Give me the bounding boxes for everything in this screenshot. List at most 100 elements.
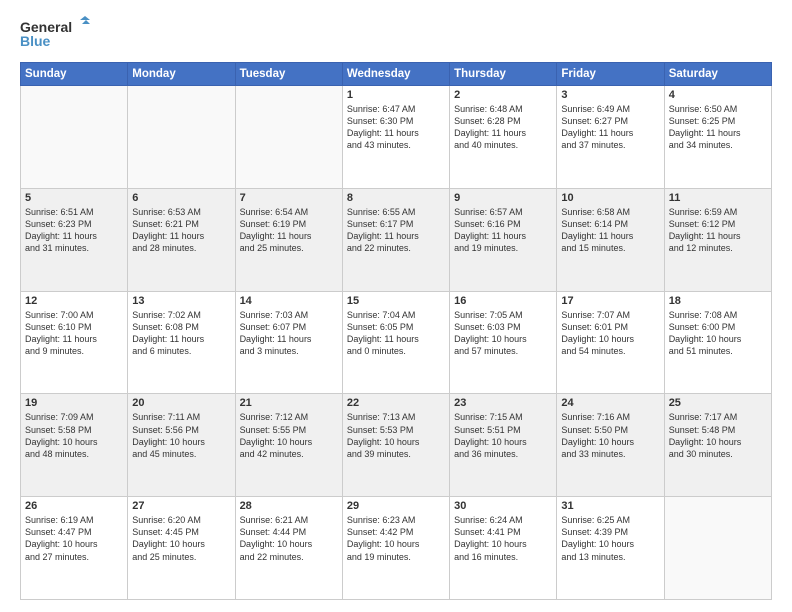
day-number: 18	[669, 295, 767, 307]
day-number: 28	[240, 500, 338, 512]
day-number: 20	[132, 397, 230, 409]
calendar-cell: 25 Sunrise: 7:17 AM Sunset: 5:48 PM Dayli…	[664, 394, 771, 497]
day-number: 14	[240, 295, 338, 307]
col-header-thursday: Thursday	[450, 63, 557, 86]
day-number: 19	[25, 397, 123, 409]
day-number: 25	[669, 397, 767, 409]
day-info: Sunrise: 6:55 AM Sunset: 6:17 PM Dayligh…	[347, 206, 445, 255]
day-info: Sunrise: 6:53 AM Sunset: 6:21 PM Dayligh…	[132, 206, 230, 255]
calendar-cell: 31 Sunrise: 6:25 AM Sunset: 4:39 PM Dayli…	[557, 497, 664, 600]
calendar-week-row: 5 Sunrise: 6:51 AM Sunset: 6:23 PM Daylig…	[21, 188, 772, 291]
logo-svg: General Blue	[20, 16, 90, 54]
day-info: Sunrise: 6:19 AM Sunset: 4:47 PM Dayligh…	[25, 514, 123, 563]
calendar-cell: 17Sunrise: 7:07 AM Sunset: 6:01 PM Dayli…	[557, 291, 664, 394]
col-header-sunday: Sunday	[21, 63, 128, 86]
day-info: Sunrise: 6:25 AM Sunset: 4:39 PM Dayligh…	[561, 514, 659, 563]
day-info: Sunrise: 6:50 AM Sunset: 6:25 PM Dayligh…	[669, 103, 767, 152]
day-info: Sunrise: 6:57 AM Sunset: 6:16 PM Dayligh…	[454, 206, 552, 255]
day-number: 8	[347, 192, 445, 204]
day-info: Sunrise: 6:20 AM Sunset: 4:45 PM Dayligh…	[132, 514, 230, 563]
calendar-header-row: SundayMondayTuesdayWednesdayThursdayFrid…	[21, 63, 772, 86]
day-number: 31	[561, 500, 659, 512]
calendar-cell: 20 Sunrise: 7:11 AM Sunset: 5:56 PM Dayli…	[128, 394, 235, 497]
day-number: 30	[454, 500, 552, 512]
calendar-cell: 18 Sunrise: 7:08 AM Sunset: 6:00 PM Dayli…	[664, 291, 771, 394]
calendar-cell: 10 Sunrise: 6:58 AM Sunset: 6:14 PM Dayli…	[557, 188, 664, 291]
day-info: Sunrise: 6:23 AM Sunset: 4:42 PM Dayligh…	[347, 514, 445, 563]
day-info: Sunrise: 7:11 AM Sunset: 5:56 PM Dayligh…	[132, 411, 230, 460]
calendar-cell: 29 Sunrise: 6:23 AM Sunset: 4:42 PM Dayli…	[342, 497, 449, 600]
calendar-cell: 15 Sunrise: 7:04 AM Sunset: 6:05 PM Dayli…	[342, 291, 449, 394]
calendar-table: SundayMondayTuesdayWednesdayThursdayFrid…	[20, 62, 772, 600]
calendar-cell	[128, 86, 235, 189]
day-info: Sunrise: 7:03 AM Sunset: 6:07 PM Dayligh…	[240, 309, 338, 358]
calendar-cell: 8 Sunrise: 6:55 AM Sunset: 6:17 PM Daylig…	[342, 188, 449, 291]
day-info: Sunrise: 6:58 AM Sunset: 6:14 PM Dayligh…	[561, 206, 659, 255]
calendar-cell: 4 Sunrise: 6:50 AM Sunset: 6:25 PM Daylig…	[664, 86, 771, 189]
calendar-cell	[664, 497, 771, 600]
day-number: 24	[561, 397, 659, 409]
calendar-cell: 5 Sunrise: 6:51 AM Sunset: 6:23 PM Daylig…	[21, 188, 128, 291]
calendar-cell: 1Sunrise: 6:47 AM Sunset: 6:30 PM Daylig…	[342, 86, 449, 189]
calendar-cell: 16 Sunrise: 7:05 AM Sunset: 6:03 PM Dayli…	[450, 291, 557, 394]
page: General Blue SundayMondayTuesdayWednesda…	[0, 0, 792, 612]
day-info: Sunrise: 6:51 AM Sunset: 6:23 PM Dayligh…	[25, 206, 123, 255]
day-info: Sunrise: 7:05 AM Sunset: 6:03 PM Dayligh…	[454, 309, 552, 358]
day-number: 13	[132, 295, 230, 307]
calendar-cell: 21 Sunrise: 7:12 AM Sunset: 5:55 PM Dayli…	[235, 394, 342, 497]
day-info: Sunrise: 7:13 AM Sunset: 5:53 PM Dayligh…	[347, 411, 445, 460]
day-number: 3	[561, 89, 659, 101]
day-number: 15	[347, 295, 445, 307]
day-number: 27	[132, 500, 230, 512]
day-info: Sunrise: 7:15 AM Sunset: 5:51 PM Dayligh…	[454, 411, 552, 460]
day-info: Sunrise: 7:00 AM Sunset: 6:10 PM Dayligh…	[25, 309, 123, 358]
day-number: 16	[454, 295, 552, 307]
calendar-cell: 22 Sunrise: 7:13 AM Sunset: 5:53 PM Dayli…	[342, 394, 449, 497]
day-info: Sunrise: 6:49 AM Sunset: 6:27 PM Dayligh…	[561, 103, 659, 152]
day-info: Sunrise: 7:12 AM Sunset: 5:55 PM Dayligh…	[240, 411, 338, 460]
calendar-cell: 30Sunrise: 6:24 AM Sunset: 4:41 PM Dayli…	[450, 497, 557, 600]
col-header-monday: Monday	[128, 63, 235, 86]
col-header-tuesday: Tuesday	[235, 63, 342, 86]
calendar-cell: 24Sunrise: 7:16 AM Sunset: 5:50 PM Dayli…	[557, 394, 664, 497]
day-info: Sunrise: 7:08 AM Sunset: 6:00 PM Dayligh…	[669, 309, 767, 358]
col-header-wednesday: Wednesday	[342, 63, 449, 86]
col-header-friday: Friday	[557, 63, 664, 86]
day-info: Sunrise: 6:48 AM Sunset: 6:28 PM Dayligh…	[454, 103, 552, 152]
day-number: 4	[669, 89, 767, 101]
calendar-cell: 9Sunrise: 6:57 AM Sunset: 6:16 PM Daylig…	[450, 188, 557, 291]
calendar-cell: 3 Sunrise: 6:49 AM Sunset: 6:27 PM Daylig…	[557, 86, 664, 189]
calendar-cell: 23 Sunrise: 7:15 AM Sunset: 5:51 PM Dayli…	[450, 394, 557, 497]
calendar-cell: 27 Sunrise: 6:20 AM Sunset: 4:45 PM Dayli…	[128, 497, 235, 600]
day-number: 21	[240, 397, 338, 409]
day-info: Sunrise: 7:09 AM Sunset: 5:58 PM Dayligh…	[25, 411, 123, 460]
calendar-cell: 28 Sunrise: 6:21 AM Sunset: 4:44 PM Dayli…	[235, 497, 342, 600]
calendar-week-row: 1Sunrise: 6:47 AM Sunset: 6:30 PM Daylig…	[21, 86, 772, 189]
day-info: Sunrise: 6:21 AM Sunset: 4:44 PM Dayligh…	[240, 514, 338, 563]
logo: General Blue	[20, 16, 90, 54]
header: General Blue	[20, 16, 772, 54]
day-number: 12	[25, 295, 123, 307]
calendar-week-row: 12 Sunrise: 7:00 AM Sunset: 6:10 PM Dayli…	[21, 291, 772, 394]
day-number: 23	[454, 397, 552, 409]
day-number: 1	[347, 89, 445, 101]
day-number: 22	[347, 397, 445, 409]
day-number: 29	[347, 500, 445, 512]
day-info: Sunrise: 6:54 AM Sunset: 6:19 PM Dayligh…	[240, 206, 338, 255]
calendar-week-row: 26 Sunrise: 6:19 AM Sunset: 4:47 PM Dayli…	[21, 497, 772, 600]
calendar-cell: 19 Sunrise: 7:09 AM Sunset: 5:58 PM Dayli…	[21, 394, 128, 497]
calendar-cell	[21, 86, 128, 189]
day-number: 6	[132, 192, 230, 204]
day-number: 10	[561, 192, 659, 204]
day-info: Sunrise: 6:59 AM Sunset: 6:12 PM Dayligh…	[669, 206, 767, 255]
calendar-week-row: 19 Sunrise: 7:09 AM Sunset: 5:58 PM Dayli…	[21, 394, 772, 497]
day-number: 26	[25, 500, 123, 512]
day-info: Sunrise: 7:17 AM Sunset: 5:48 PM Dayligh…	[669, 411, 767, 460]
day-number: 5	[25, 192, 123, 204]
calendar-cell: 12 Sunrise: 7:00 AM Sunset: 6:10 PM Dayli…	[21, 291, 128, 394]
calendar-cell	[235, 86, 342, 189]
day-number: 2	[454, 89, 552, 101]
calendar-cell: 26 Sunrise: 6:19 AM Sunset: 4:47 PM Dayli…	[21, 497, 128, 600]
calendar-cell: 7Sunrise: 6:54 AM Sunset: 6:19 PM Daylig…	[235, 188, 342, 291]
day-info: Sunrise: 7:04 AM Sunset: 6:05 PM Dayligh…	[347, 309, 445, 358]
